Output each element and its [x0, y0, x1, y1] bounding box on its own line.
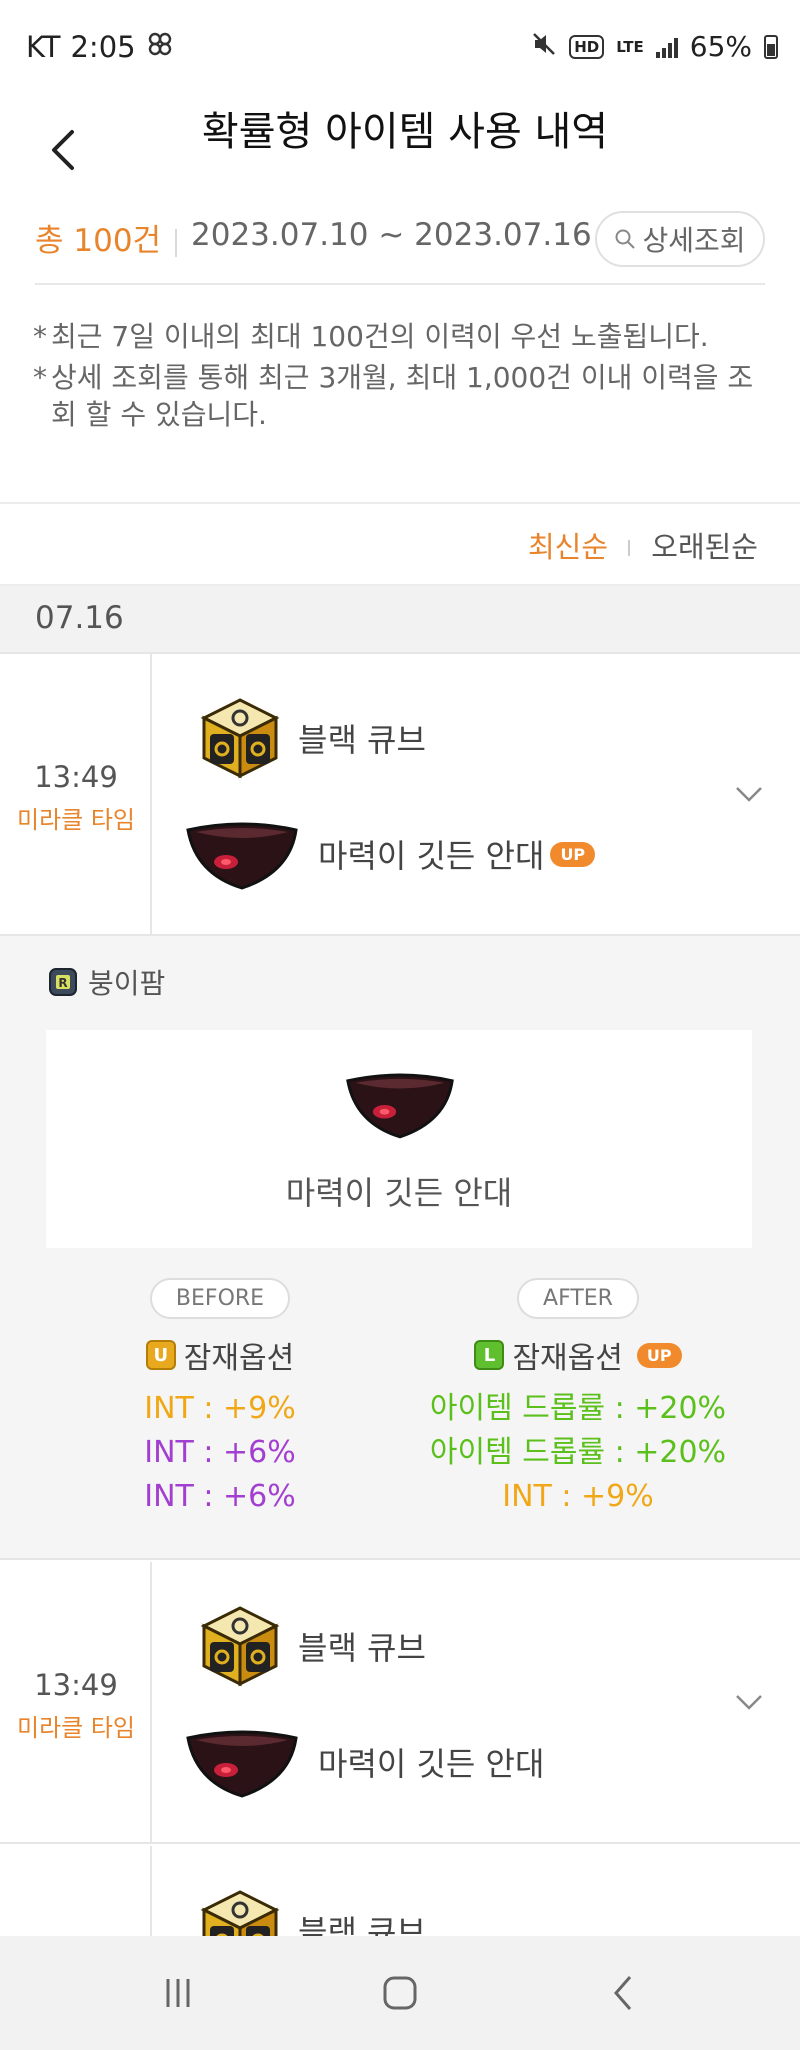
system-back-button[interactable] — [594, 1968, 654, 2018]
date-group-header: 07.16 — [0, 586, 800, 654]
option-line: 아이템 드롭률 : +20% — [429, 1391, 727, 1426]
detail-search-label: 상세조회 — [642, 224, 746, 257]
black-cube-icon — [198, 696, 282, 780]
after-grade-row: L 잠재옵션 UP — [398, 1333, 758, 1377]
mute-icon — [531, 31, 557, 63]
sort-bar: 최신순 오래된순 — [0, 502, 800, 586]
clock: 2:05 — [70, 30, 136, 64]
eyepatch-item-icon — [182, 1724, 302, 1800]
status-right: HD LTE 65% — [531, 30, 778, 63]
history-entry[interactable]: 블랙 큐브 — [0, 1846, 800, 1936]
home-icon — [383, 1976, 417, 2010]
card-item-name: 마력이 깃든 안대 — [285, 1174, 513, 1212]
cube-row: 블랙 큐브 — [198, 1888, 426, 1936]
chevron-down-icon[interactable] — [734, 1692, 764, 1712]
search-icon — [615, 229, 636, 249]
character-name: 붕이팜 — [88, 967, 166, 1000]
recent-apps-button[interactable] — [148, 1968, 208, 2018]
detail-search-button[interactable]: 상세조회 — [595, 211, 765, 267]
back-icon — [614, 1976, 632, 2010]
total-count: 총 100건 — [35, 223, 162, 259]
svg-text:R: R — [58, 976, 67, 990]
black-cube-icon — [198, 1888, 282, 1936]
cube-name: 블랙 큐브 — [298, 721, 426, 759]
date-label: 07.16 — [35, 600, 124, 636]
pinwheel-icon — [146, 30, 174, 64]
after-column: AFTER L 잠재옵션 UP 아이템 드롭률 : +20% 아이템 드롭률 :… — [398, 1278, 758, 1519]
battery-icon — [764, 34, 778, 59]
entry-time: 13:49 — [34, 1668, 118, 1702]
cube-name: 블랙 큐브 — [298, 1913, 426, 1936]
status-left: KT 2:05 — [26, 30, 174, 64]
summary-bar: 총 100건 2023.07.10 ~ 2023.07.16 상세조회 — [35, 205, 765, 285]
after-options: 아이템 드롭률 : +20% 아이템 드롭률 : +20% INT : +9% — [398, 1387, 758, 1519]
item-row: 마력이 깃든 안대 UP — [182, 816, 596, 892]
battery-percent: 65% — [689, 30, 752, 63]
eyepatch-item-icon — [182, 816, 302, 892]
time-column: 13:49 미라클 타임 — [0, 1562, 152, 1842]
before-options: INT : +9% INT : +6% INT : +6% — [40, 1387, 400, 1519]
option-line: INT : +9% — [144, 1391, 296, 1426]
divider — [628, 540, 630, 556]
option-line: 아이템 드롭률 : +20% — [429, 1435, 727, 1470]
entry-event: 미라클 타임 — [16, 806, 136, 834]
sort-newest-button[interactable]: 최신순 — [528, 524, 608, 566]
before-grade-label: 잠재옵션 — [183, 1341, 295, 1376]
cube-name: 블랙 큐브 — [298, 1629, 426, 1667]
before-grade-row: U 잠재옵션 — [40, 1333, 400, 1377]
eyepatch-item-icon — [342, 1066, 458, 1142]
option-line: INT : +6% — [144, 1479, 296, 1514]
hd-icon: HD — [569, 34, 605, 59]
unique-grade-icon: U — [145, 1340, 176, 1370]
entry-event: 미라클 타임 — [16, 1714, 136, 1742]
notice-list: * 최근 7일 이내의 최대 100건의 이력이 우선 노출됩니다. * 상세 조회… — [33, 318, 768, 437]
recent-apps-icon — [166, 1979, 190, 2007]
carrier-label: KT — [26, 30, 61, 64]
date-range: 2023.07.10 ~ 2023.07.16 — [191, 217, 592, 253]
option-line: INT : +6% — [144, 1435, 296, 1470]
world-icon: R — [49, 968, 77, 996]
notice-item: * 최근 7일 이내의 최대 100건의 이력이 우선 노출됩니다. — [33, 320, 709, 353]
detail-panel: R 붕이팜 마력이 깃든 안대 BEFORE U 잠재옵션 INT : +9% … — [0, 936, 800, 1560]
notice-item: * 상세 조회를 통해 최근 3개월, 최대 1,000건 이내 이력을 조회 할… — [33, 361, 754, 431]
time-column — [0, 1846, 152, 1936]
page-title: 확률형 아이템 사용 내역 — [201, 109, 609, 155]
chevron-down-icon[interactable] — [734, 784, 764, 804]
system-nav-bar — [0, 1936, 800, 2050]
cube-row: 블랙 큐브 — [198, 1604, 426, 1688]
item-name: 마력이 깃든 안대 — [318, 1745, 545, 1783]
after-label: AFTER — [517, 1278, 639, 1319]
option-line: INT : +9% — [502, 1479, 654, 1514]
character-row: R 붕이팜 — [48, 962, 165, 1002]
lte-icon: LTE — [616, 37, 644, 56]
item-card: 마력이 깃든 안대 — [46, 1030, 752, 1248]
time-column: 13:49 미라클 타임 — [0, 654, 152, 934]
status-bar: KT 2:05 HD LTE 65% — [0, 0, 800, 100]
before-column: BEFORE U 잠재옵션 INT : +9% INT : +6% INT : … — [40, 1278, 400, 1519]
app-header: 확률형 아이템 사용 내역 — [0, 100, 800, 205]
cube-row: 블랙 큐브 — [198, 696, 426, 780]
black-cube-icon — [198, 1604, 282, 1688]
signal-icon — [655, 36, 678, 58]
history-entry[interactable]: 13:49 미라클 타임 블랙 큐브 마력이 깃든 안대 UP — [0, 654, 800, 936]
before-label: BEFORE — [149, 1278, 291, 1319]
legendary-grade-icon: L — [474, 1340, 505, 1370]
history-entry[interactable]: 13:49 미라클 타임 블랙 큐브 마력이 깃든 안대 — [0, 1562, 800, 1844]
after-grade-label: 잠재옵션 — [512, 1341, 623, 1376]
sort-oldest-button[interactable]: 오래된순 — [651, 524, 758, 566]
up-badge: UP — [636, 1342, 682, 1368]
item-name: 마력이 깃든 안대 — [318, 837, 545, 875]
entry-time: 13:49 — [34, 760, 118, 794]
item-row: 마력이 깃든 안대 — [182, 1724, 544, 1800]
divider — [175, 229, 177, 257]
home-button[interactable] — [370, 1968, 430, 2018]
up-badge: UP — [550, 841, 596, 867]
